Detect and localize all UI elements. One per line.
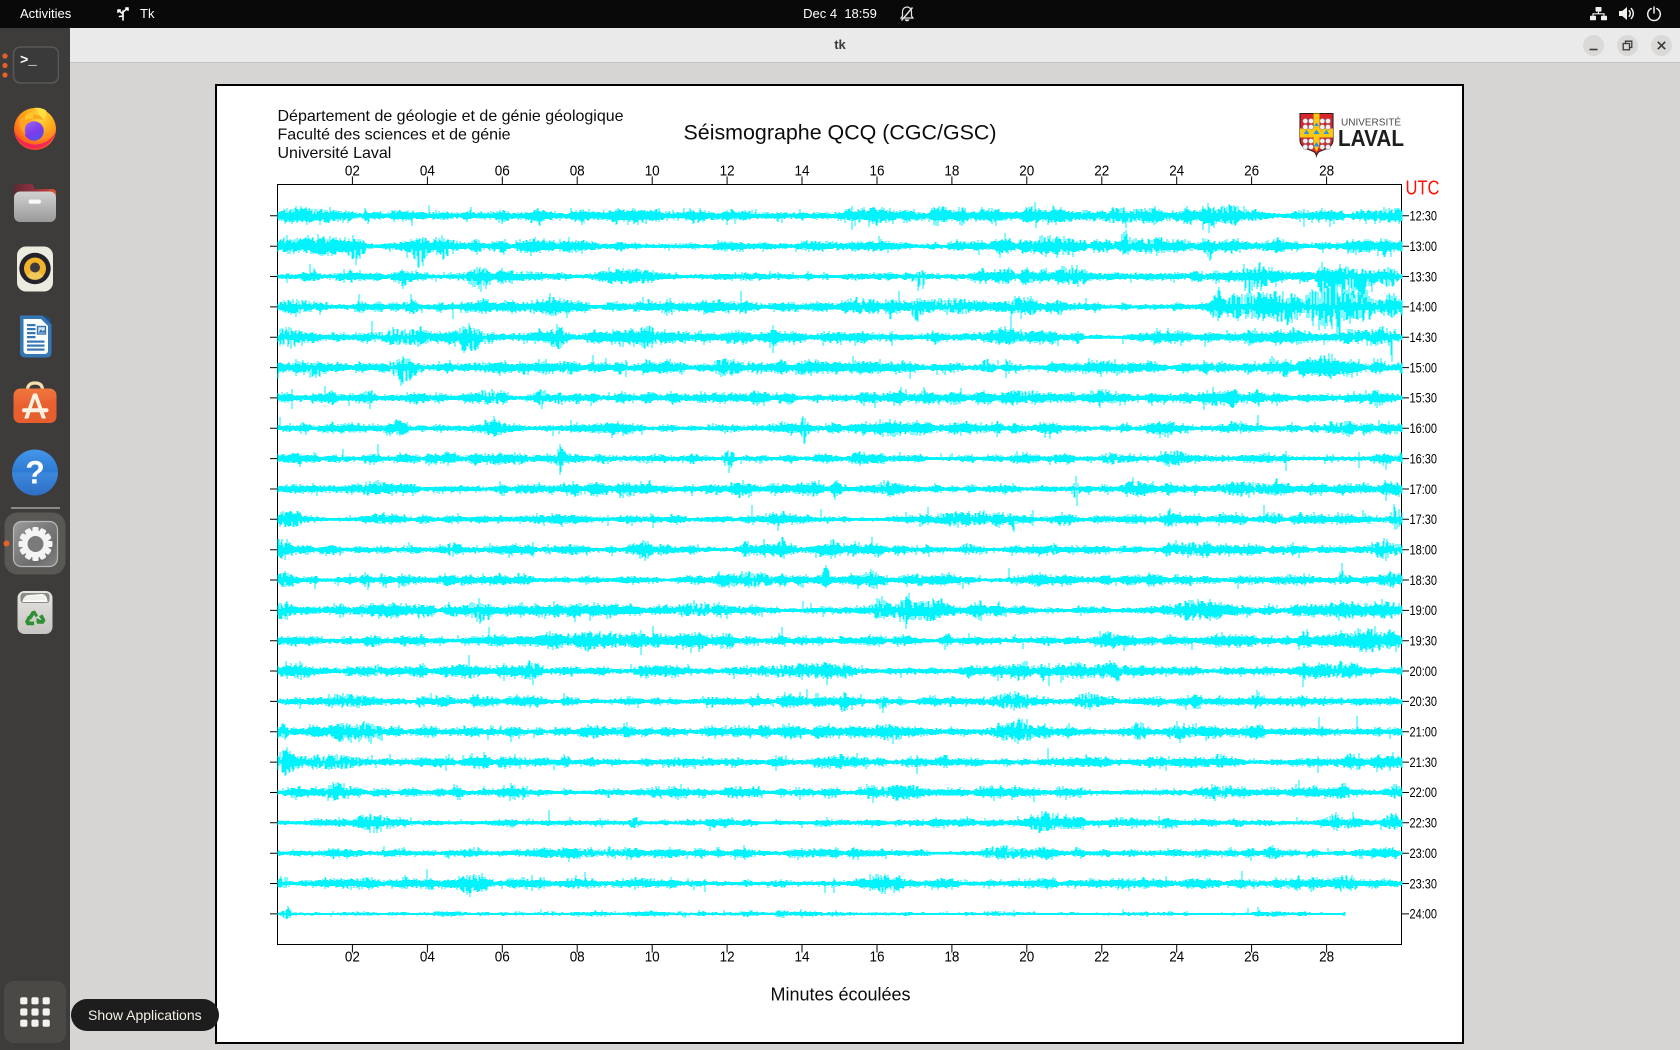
svg-text:?: ? bbox=[25, 455, 45, 491]
svg-text:>_: >_ bbox=[20, 53, 37, 69]
